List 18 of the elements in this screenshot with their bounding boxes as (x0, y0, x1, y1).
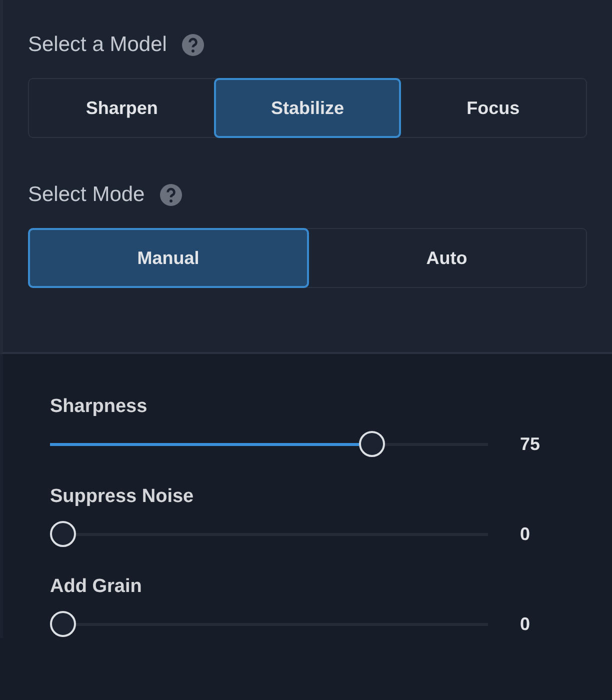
slider-thumb[interactable] (359, 431, 385, 457)
section-title: Select Mode (28, 183, 145, 207)
slider-thumb[interactable] (50, 521, 76, 547)
slider-value: 75 (520, 434, 540, 454)
segment-button[interactable]: Sharpen (28, 78, 216, 138)
segment-button[interactable]: Auto (306, 228, 587, 288)
help-icon[interactable] (158, 183, 183, 207)
slider-value: 0 (520, 524, 530, 544)
slider-label: Sharpness (50, 396, 148, 418)
slider-value: 0 (520, 614, 530, 634)
slider-label: Suppress Noise (50, 486, 194, 508)
slider-thumb[interactable] (50, 611, 76, 637)
segment-button[interactable]: Focus (399, 78, 588, 138)
segment-button[interactable]: Manual (28, 228, 308, 288)
slider-label: Add Grain (50, 576, 142, 598)
segment-button[interactable]: Stabilize (214, 78, 402, 138)
help-icon[interactable] (180, 33, 205, 57)
section-title: Select a Model (28, 33, 167, 57)
